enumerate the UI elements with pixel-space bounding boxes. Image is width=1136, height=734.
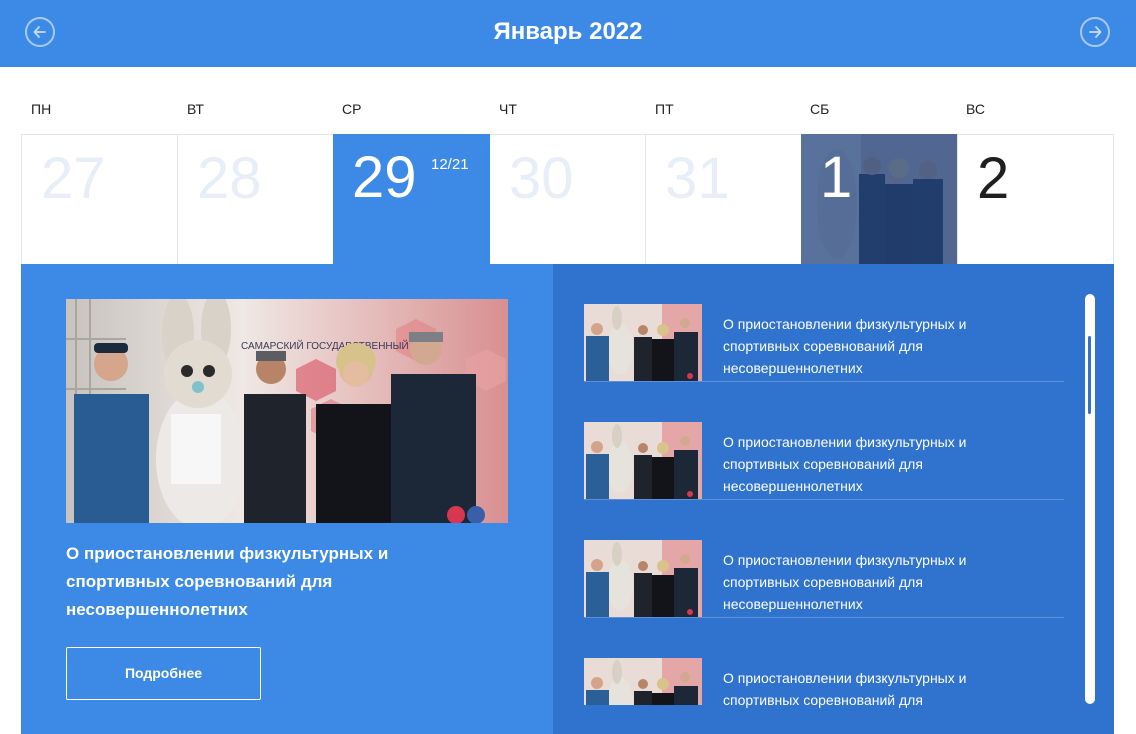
news-list-item[interactable]: О приостановлении физкультурных и спорти… bbox=[584, 382, 1064, 500]
news-title[interactable]: О приостановлении физкультурных и спорти… bbox=[723, 313, 1003, 379]
news-thumbnail[interactable] bbox=[584, 422, 702, 499]
day-number: 30 bbox=[509, 146, 574, 211]
news-title[interactable]: О приостановлении физкультурных и спорти… bbox=[723, 431, 1003, 497]
news-thumbnail-image bbox=[584, 304, 702, 381]
news-list-item[interactable]: О приостановлении физкультурных и спорти… bbox=[584, 618, 1064, 734]
day-number: 31 bbox=[665, 146, 730, 211]
day-cell[interactable]: 31 bbox=[645, 134, 802, 264]
news-title[interactable]: О приостановлении физкультурных и спорти… bbox=[723, 667, 1003, 711]
day-cell[interactable]: 28 bbox=[177, 134, 334, 264]
read-more-button[interactable]: Подробнее bbox=[66, 647, 261, 700]
day-month-label: 12/21 bbox=[431, 156, 469, 173]
day-number: 29 bbox=[352, 145, 417, 210]
news-thumbnail[interactable] bbox=[584, 540, 702, 617]
featured-news: САМАРСКИЙ ГОСУДАРСТВЕННЫЙ О приостановле… bbox=[21, 264, 553, 734]
day-cell[interactable]: 30 bbox=[490, 134, 646, 264]
day-cell-selected[interactable]: 29 12/21 bbox=[333, 134, 490, 264]
day-number: 27 bbox=[41, 146, 106, 211]
news-thumbnail-image bbox=[584, 658, 702, 705]
day-cell-with-event[interactable]: 1 bbox=[801, 134, 957, 264]
day-number: 2 bbox=[977, 146, 1010, 211]
weekday-wed: СР bbox=[342, 101, 362, 117]
news-list: О приостановлении физкультурных и спорти… bbox=[553, 264, 1114, 734]
day-cell[interactable]: 27 bbox=[21, 134, 178, 264]
news-list-item[interactable]: О приостановлении физкультурных и спорти… bbox=[584, 264, 1064, 382]
weekday-sat: СБ bbox=[810, 101, 830, 117]
news-thumbnail[interactable] bbox=[584, 658, 702, 705]
day-cell-today[interactable]: 2 bbox=[957, 134, 1114, 264]
news-scrollbar[interactable] bbox=[1085, 294, 1095, 704]
weekday-sun: ВС bbox=[966, 101, 985, 117]
svg-text:САМАРСКИЙ ГОСУДАРСТВЕННЫЙ: САМАРСКИЙ ГОСУДАРСТВЕННЫЙ bbox=[241, 339, 409, 352]
month-title: Январь 2022 bbox=[493, 18, 643, 45]
news-thumbnail-image bbox=[584, 422, 702, 499]
news-title[interactable]: О приостановлении физкультурных и спорти… bbox=[723, 549, 1003, 615]
weekday-tue: ВТ bbox=[187, 101, 204, 117]
weekday-fri: ПТ bbox=[655, 101, 674, 117]
weekday-thu: ЧТ bbox=[499, 101, 517, 117]
news-thumbnail-image bbox=[584, 540, 702, 617]
featured-headline[interactable]: О приостановлении физкультурных и спорти… bbox=[66, 540, 456, 624]
day-number: 1 bbox=[820, 145, 853, 210]
arrow-right-icon bbox=[1089, 26, 1102, 38]
featured-photo[interactable]: САМАРСКИЙ ГОСУДАРСТВЕННЫЙ bbox=[66, 299, 508, 523]
next-month-button[interactable] bbox=[1080, 17, 1110, 47]
news-list-item[interactable]: О приостановлении физкультурных и спорти… bbox=[584, 500, 1064, 618]
featured-photo-image: САМАРСКИЙ ГОСУДАРСТВЕННЫЙ bbox=[66, 299, 508, 523]
news-thumbnail[interactable] bbox=[584, 304, 702, 381]
scrollbar-thumb[interactable] bbox=[1088, 336, 1091, 414]
weekday-mon: ПН bbox=[31, 101, 52, 117]
day-number: 28 bbox=[197, 146, 262, 211]
calendar-header: Январь 2022 bbox=[0, 0, 1136, 67]
